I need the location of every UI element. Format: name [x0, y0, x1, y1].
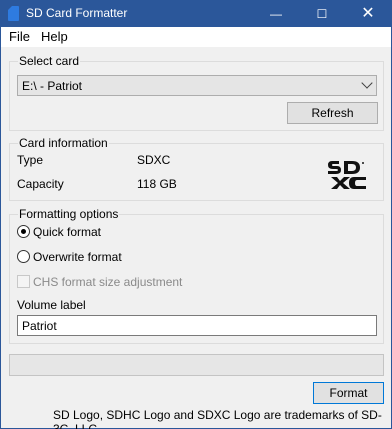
card-dropdown-value: E:\ - Patriot	[22, 79, 83, 93]
refresh-button[interactable]: Refresh	[287, 102, 378, 124]
menu-help[interactable]: Help	[41, 29, 68, 44]
volume-label-value: Patriot	[22, 319, 57, 333]
close-button[interactable]: ✕	[345, 1, 391, 27]
formatting-options-title: Formatting options	[18, 207, 120, 221]
volume-label-title: Volume label	[17, 298, 86, 312]
type-value: SDXC	[137, 153, 171, 167]
type-label: Type	[17, 153, 44, 167]
app-window: SD Card Formatter — ☐ ✕ File Help Select…	[0, 0, 392, 429]
chevron-down-icon	[361, 77, 373, 89]
quick-format-label[interactable]: Quick format	[33, 225, 101, 239]
select-card-group: Select card E:\ - Patriot Refresh	[9, 54, 384, 131]
select-card-title: Select card	[18, 54, 81, 68]
menu-file[interactable]: File	[9, 29, 30, 44]
capacity-value: 118 GB	[137, 177, 177, 191]
title-bar[interactable]: SD Card Formatter — ☐ ✕	[1, 1, 391, 27]
card-dropdown[interactable]: E:\ - Patriot	[17, 75, 377, 96]
sdxc-logo-icon	[328, 161, 366, 189]
menu-bar: File Help	[1, 27, 391, 47]
format-button[interactable]: Format	[313, 382, 384, 404]
quick-format-radio[interactable]	[17, 225, 30, 238]
chs-adjustment-checkbox[interactable]	[17, 275, 30, 288]
formatting-options-group: Formatting options Quick format Overwrit…	[9, 207, 384, 344]
volume-label-input[interactable]: Patriot	[17, 315, 377, 336]
sd-card-icon	[8, 6, 19, 21]
format-progress-bar	[9, 354, 384, 376]
maximize-button[interactable]: ☐	[299, 1, 345, 27]
capacity-label: Capacity	[17, 177, 64, 191]
minimize-button[interactable]: —	[253, 1, 299, 27]
card-information-group: Card information Type SDXC Capacity 118 …	[9, 136, 384, 201]
trademark-footer: SD Logo, SDHC Logo and SDXC Logo are tra…	[53, 408, 382, 429]
overwrite-format-radio[interactable]	[17, 250, 30, 263]
chs-adjustment-label: CHS format size adjustment	[33, 275, 183, 289]
window-title: SD Card Formatter	[26, 6, 128, 20]
card-information-title: Card information	[18, 136, 109, 150]
overwrite-format-label[interactable]: Overwrite format	[33, 250, 122, 264]
